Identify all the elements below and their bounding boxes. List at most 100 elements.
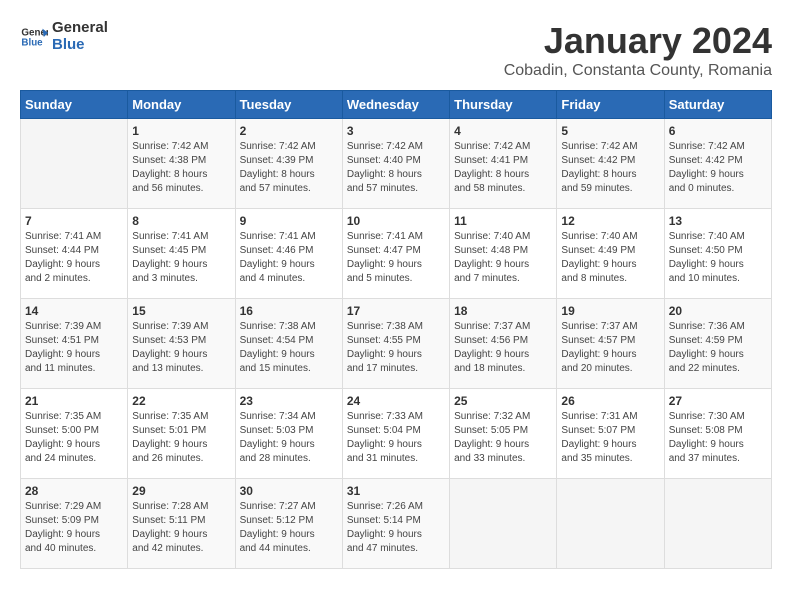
month-title: January 2024	[504, 20, 772, 62]
day-info: Sunrise: 7:27 AM Sunset: 5:12 PM Dayligh…	[240, 500, 338, 556]
calendar-cell: 12 Sunrise: 7:40 AM Sunset: 4:49 PM Dayli…	[557, 209, 664, 299]
day-number: 4	[454, 124, 552, 138]
calendar-cell: 14 Sunrise: 7:39 AM Sunset: 4:51 PM Dayli…	[21, 299, 128, 389]
calendar-week-row: 28 Sunrise: 7:29 AM Sunset: 5:09 PM Dayli…	[21, 479, 772, 569]
day-number: 10	[347, 214, 445, 228]
day-number: 30	[240, 484, 338, 498]
calendar-cell: 20 Sunrise: 7:36 AM Sunset: 4:59 PM Dayli…	[664, 299, 771, 389]
calendar-cell: 13 Sunrise: 7:40 AM Sunset: 4:50 PM Dayli…	[664, 209, 771, 299]
day-info: Sunrise: 7:41 AM Sunset: 4:45 PM Dayligh…	[132, 230, 230, 286]
day-number: 28	[25, 484, 123, 498]
header-wednesday: Wednesday	[342, 91, 449, 119]
day-info: Sunrise: 7:42 AM Sunset: 4:42 PM Dayligh…	[561, 140, 659, 196]
logo: General Blue General Blue	[20, 20, 108, 53]
day-info: Sunrise: 7:39 AM Sunset: 4:51 PM Dayligh…	[25, 320, 123, 376]
day-number: 21	[25, 394, 123, 408]
calendar-cell: 24Sunrise: 7:33 AM Sunset: 5:04 PM Dayli…	[342, 389, 449, 479]
day-info: Sunrise: 7:33 AM Sunset: 5:04 PM Dayligh…	[347, 410, 445, 466]
calendar-cell: 31Sunrise: 7:26 AM Sunset: 5:14 PM Dayli…	[342, 479, 449, 569]
calendar-cell: 21 Sunrise: 7:35 AM Sunset: 5:00 PM Dayli…	[21, 389, 128, 479]
calendar-cell: 30 Sunrise: 7:27 AM Sunset: 5:12 PM Dayli…	[235, 479, 342, 569]
day-info: Sunrise: 7:37 AM Sunset: 4:56 PM Dayligh…	[454, 320, 552, 376]
day-number: 20	[669, 304, 767, 318]
day-number: 14	[25, 304, 123, 318]
logo-line1: General	[52, 20, 108, 37]
day-info: Sunrise: 7:31 AM Sunset: 5:07 PM Dayligh…	[561, 410, 659, 466]
calendar-cell: 6 Sunrise: 7:42 AM Sunset: 4:42 PM Daylig…	[664, 119, 771, 209]
day-info: Sunrise: 7:32 AM Sunset: 5:05 PM Dayligh…	[454, 410, 552, 466]
day-info: Sunrise: 7:40 AM Sunset: 4:48 PM Dayligh…	[454, 230, 552, 286]
day-number: 16	[240, 304, 338, 318]
day-number: 12	[561, 214, 659, 228]
calendar-cell: 23 Sunrise: 7:34 AM Sunset: 5:03 PM Dayli…	[235, 389, 342, 479]
calendar-week-row: 21 Sunrise: 7:35 AM Sunset: 5:00 PM Dayli…	[21, 389, 772, 479]
day-info: Sunrise: 7:41 AM Sunset: 4:46 PM Dayligh…	[240, 230, 338, 286]
day-number: 8	[132, 214, 230, 228]
day-info: Sunrise: 7:36 AM Sunset: 4:59 PM Dayligh…	[669, 320, 767, 376]
header-thursday: Thursday	[450, 91, 557, 119]
calendar-week-row: 7 Sunrise: 7:41 AM Sunset: 4:44 PM Daylig…	[21, 209, 772, 299]
day-number: 27	[669, 394, 767, 408]
logo-icon: General Blue	[20, 23, 48, 51]
calendar-cell	[450, 479, 557, 569]
day-info: Sunrise: 7:41 AM Sunset: 4:47 PM Dayligh…	[347, 230, 445, 286]
day-info: Sunrise: 7:28 AM Sunset: 5:11 PM Dayligh…	[132, 500, 230, 556]
calendar-cell: 17Sunrise: 7:38 AM Sunset: 4:55 PM Dayli…	[342, 299, 449, 389]
calendar-cell: 16 Sunrise: 7:38 AM Sunset: 4:54 PM Dayli…	[235, 299, 342, 389]
calendar-cell: 9 Sunrise: 7:41 AM Sunset: 4:46 PM Daylig…	[235, 209, 342, 299]
header-tuesday: Tuesday	[235, 91, 342, 119]
day-number: 23	[240, 394, 338, 408]
day-number: 5	[561, 124, 659, 138]
calendar-week-row: 14 Sunrise: 7:39 AM Sunset: 4:51 PM Dayli…	[21, 299, 772, 389]
calendar-table: SundayMondayTuesdayWednesdayThursdayFrid…	[20, 90, 772, 569]
day-info: Sunrise: 7:41 AM Sunset: 4:44 PM Dayligh…	[25, 230, 123, 286]
day-number: 13	[669, 214, 767, 228]
header-saturday: Saturday	[664, 91, 771, 119]
day-info: Sunrise: 7:29 AM Sunset: 5:09 PM Dayligh…	[25, 500, 123, 556]
day-info: Sunrise: 7:38 AM Sunset: 4:54 PM Dayligh…	[240, 320, 338, 376]
day-number: 6	[669, 124, 767, 138]
day-number: 2	[240, 124, 338, 138]
day-number: 25	[454, 394, 552, 408]
calendar-cell: 5 Sunrise: 7:42 AM Sunset: 4:42 PM Daylig…	[557, 119, 664, 209]
title-block: January 2024 Cobadin, Constanta County, …	[504, 20, 772, 80]
day-info: Sunrise: 7:35 AM Sunset: 5:00 PM Dayligh…	[25, 410, 123, 466]
calendar-cell: 10 Sunrise: 7:41 AM Sunset: 4:47 PM Dayli…	[342, 209, 449, 299]
calendar-week-row: 1Sunrise: 7:42 AM Sunset: 4:38 PM Daylig…	[21, 119, 772, 209]
calendar-cell: 4Sunrise: 7:42 AM Sunset: 4:41 PM Daylig…	[450, 119, 557, 209]
day-info: Sunrise: 7:40 AM Sunset: 4:50 PM Dayligh…	[669, 230, 767, 286]
day-number: 7	[25, 214, 123, 228]
calendar-cell: 18 Sunrise: 7:37 AM Sunset: 4:56 PM Dayli…	[450, 299, 557, 389]
day-number: 18	[454, 304, 552, 318]
day-info: Sunrise: 7:34 AM Sunset: 5:03 PM Dayligh…	[240, 410, 338, 466]
calendar-cell: 11Sunrise: 7:40 AM Sunset: 4:48 PM Dayli…	[450, 209, 557, 299]
calendar-cell: 29Sunrise: 7:28 AM Sunset: 5:11 PM Dayli…	[128, 479, 235, 569]
day-number: 19	[561, 304, 659, 318]
calendar-cell	[557, 479, 664, 569]
day-info: Sunrise: 7:42 AM Sunset: 4:42 PM Dayligh…	[669, 140, 767, 196]
day-info: Sunrise: 7:40 AM Sunset: 4:49 PM Dayligh…	[561, 230, 659, 286]
day-number: 15	[132, 304, 230, 318]
calendar-cell: 22 Sunrise: 7:35 AM Sunset: 5:01 PM Dayli…	[128, 389, 235, 479]
day-info: Sunrise: 7:35 AM Sunset: 5:01 PM Dayligh…	[132, 410, 230, 466]
day-number: 31	[347, 484, 445, 498]
calendar-cell: 28 Sunrise: 7:29 AM Sunset: 5:09 PM Dayli…	[21, 479, 128, 569]
calendar-cell: 25 Sunrise: 7:32 AM Sunset: 5:05 PM Dayli…	[450, 389, 557, 479]
calendar-cell: 2 Sunrise: 7:42 AM Sunset: 4:39 PM Daylig…	[235, 119, 342, 209]
page-header: General Blue General Blue January 2024 C…	[20, 20, 772, 80]
calendar-cell: 15 Sunrise: 7:39 AM Sunset: 4:53 PM Dayli…	[128, 299, 235, 389]
calendar-cell: 3Sunrise: 7:42 AM Sunset: 4:40 PM Daylig…	[342, 119, 449, 209]
calendar-cell: 19Sunrise: 7:37 AM Sunset: 4:57 PM Dayli…	[557, 299, 664, 389]
calendar-header-row: SundayMondayTuesdayWednesdayThursdayFrid…	[21, 91, 772, 119]
day-info: Sunrise: 7:42 AM Sunset: 4:40 PM Dayligh…	[347, 140, 445, 196]
logo-line2: Blue	[52, 37, 108, 54]
day-info: Sunrise: 7:42 AM Sunset: 4:39 PM Dayligh…	[240, 140, 338, 196]
calendar-cell: 7 Sunrise: 7:41 AM Sunset: 4:44 PM Daylig…	[21, 209, 128, 299]
day-info: Sunrise: 7:39 AM Sunset: 4:53 PM Dayligh…	[132, 320, 230, 376]
calendar-cell	[21, 119, 128, 209]
day-number: 9	[240, 214, 338, 228]
day-info: Sunrise: 7:42 AM Sunset: 4:38 PM Dayligh…	[132, 140, 230, 196]
day-number: 17	[347, 304, 445, 318]
calendar-cell: 1Sunrise: 7:42 AM Sunset: 4:38 PM Daylig…	[128, 119, 235, 209]
day-number: 22	[132, 394, 230, 408]
